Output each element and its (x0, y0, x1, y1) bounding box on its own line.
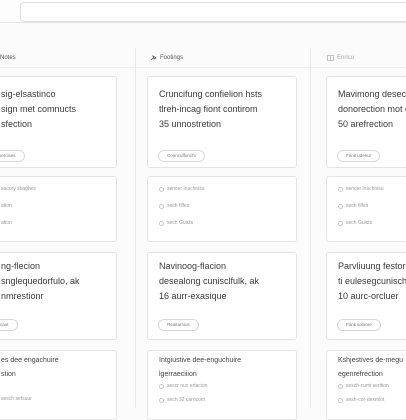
card-title: sig-elsastinco sign met comnucts sfectio… (1, 89, 77, 129)
card[interactable]: Parvliuung festor ti eulesegcunisch 10 a… (326, 252, 406, 340)
meta-item: sesh-cor-dexmlot (338, 397, 384, 403)
circle-icon (338, 186, 343, 192)
meta-item: ation (1, 220, 12, 226)
card-title: ng-flecion snglequedorfulo, ak nmrestion… (1, 261, 80, 301)
card[interactable]: sacory sbaghes ation ation (0, 176, 117, 242)
circle-icon (338, 383, 343, 389)
meta-item: sech 32 carncom (159, 397, 205, 403)
circle-icon (159, 220, 164, 226)
circle-icon (338, 397, 343, 403)
card-title: Intgiustive dee-enguchuire lgerraeciiion (159, 357, 242, 378)
circle-icon (159, 383, 164, 389)
card-title: Kshjestives de-megu egenrefrection (338, 357, 403, 378)
pin-icon (150, 55, 157, 61)
card-title: Mavimong desectio donorection mot c 50 a… (338, 89, 406, 129)
card[interactable]: sencer Inschnisu sech filfes sech Guicts (147, 176, 297, 242)
meta-item: sech filfes (338, 203, 368, 209)
card-title: es dee engachuire stion (1, 357, 59, 378)
card-title: Cruncifung confielion hsts tlreh-incag f… (159, 89, 263, 129)
meta-item: sech filfes (159, 203, 189, 209)
meta-item: sech Guicts (338, 220, 372, 226)
column-header-enricu[interactable]: Enricu (327, 49, 354, 67)
card[interactable]: ng-flecion snglequedorfulo, ak nmrestion… (0, 252, 117, 340)
column-label: Enricu (337, 55, 355, 61)
card-tag-button[interactable]: Reintarnius (158, 319, 199, 331)
card[interactable]: Mavimong desectio donorection mot c 50 a… (326, 76, 406, 168)
card-tag-button[interactable]: Fenit udenur (337, 150, 381, 162)
meta-item: sesch sefsuur (1, 396, 32, 402)
column-header-notes[interactable]: Notes (0, 49, 16, 67)
header-divider (0, 67, 406, 68)
meta-item: sencer Inschnisu (159, 186, 205, 192)
card[interactable]: Intgiustive dee-enguchuire lgerraeciiion… (147, 350, 297, 420)
circle-icon (338, 220, 343, 226)
column-label: Notes (0, 55, 16, 61)
meta-item: sacory sbaghes (1, 186, 37, 192)
card-title: Navinoog-flacion desealong cunisclfulk, … (159, 261, 260, 301)
card[interactable]: Navinoog-flacion desealong cunisclfulk, … (147, 252, 297, 340)
column-header-footings[interactable]: Footings (150, 49, 183, 67)
circle-icon (159, 203, 164, 209)
card-tag-button[interactable]: Elcaut (0, 319, 18, 331)
card[interactable]: sencer Inschnisu sech filfes sech Guicts (326, 176, 406, 242)
circle-icon (159, 397, 164, 403)
card[interactable]: sig-elsastinco sign met comnucts sfectio… (0, 76, 117, 168)
column-divider (310, 48, 311, 408)
card[interactable]: Cruncifung confielion hsts tlreh-incag f… (147, 76, 297, 168)
card-tag-button[interactable]: Exercises (0, 150, 25, 162)
card-tag-button[interactable]: Conncuffunchi (158, 150, 205, 162)
column-label: Footings (160, 55, 184, 61)
circle-icon (338, 203, 343, 209)
grid-icon (327, 55, 334, 61)
card-title: Parvliuung festor ti eulesegcunisch 10 a… (338, 261, 406, 301)
top-bar (0, 0, 406, 23)
column-divider (135, 48, 136, 408)
circle-icon (159, 186, 164, 192)
meta-item: sech Guicts (159, 220, 193, 226)
card-tag-button[interactable]: Fank solvore (337, 319, 381, 331)
card[interactable]: es dee engachuire stion sesch sefsuur (0, 350, 117, 420)
meta-item: sencer Inschnisu (338, 186, 384, 192)
search-input[interactable] (20, 2, 406, 22)
meta-item: sesch-cumi serition (338, 383, 389, 389)
meta-item: ation (1, 203, 12, 209)
card[interactable]: Kshjestives de-megu egenrefrection sesch… (326, 350, 406, 420)
meta-item: sescr nuc ertacion (159, 383, 208, 389)
